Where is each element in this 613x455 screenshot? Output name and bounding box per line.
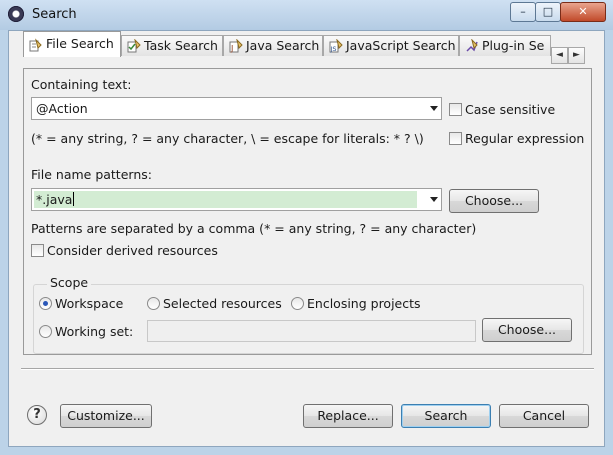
workspace-radio[interactable] (39, 297, 52, 310)
regular-expression-label[interactable]: Regular expression (465, 131, 584, 146)
file-search-icon (29, 38, 42, 52)
eclipse-app-icon (8, 6, 24, 22)
selected-resources-label[interactable]: Selected resources (163, 296, 282, 311)
plugin-search-icon (466, 39, 478, 52)
window-title: Search (32, 7, 77, 22)
tab-label: JavaScript Search (346, 38, 456, 53)
tab-label: File Search (46, 36, 114, 51)
footer-separator (21, 368, 594, 370)
consider-derived-checkbox[interactable] (31, 244, 44, 257)
chevron-down-icon[interactable] (430, 197, 438, 202)
tab-scroll-left-button[interactable]: ◄ (551, 47, 568, 64)
containing-text-value: @Action (36, 101, 88, 116)
working-set-field (147, 320, 476, 342)
tab-label: Plug-in Se (482, 38, 545, 53)
svg-text:J: J (230, 44, 233, 53)
tab-plugin-search[interactable]: Plug-in Se (459, 35, 551, 56)
tab-javascript-search[interactable]: JS JavaScript Search (323, 35, 459, 56)
dialog-client-area: File Search Task Search J Java Search JS (8, 30, 605, 447)
case-sensitive-label[interactable]: Case sensitive (465, 102, 555, 117)
consider-derived-label[interactable]: Consider derived resources (47, 243, 218, 258)
replace-button[interactable]: Replace... (303, 404, 393, 428)
tab-label: Task Search (144, 38, 218, 53)
file-name-patterns-label: File name patterns: (31, 167, 152, 182)
selected-resources-radio[interactable] (147, 297, 160, 310)
working-set-choose-button[interactable]: Choose... (482, 318, 572, 342)
scope-label: Scope (47, 275, 92, 290)
title-bar[interactable]: Search – □ ✕ (0, 0, 613, 30)
java-search-icon: J (229, 39, 243, 53)
minimize-button[interactable]: – (510, 2, 536, 22)
cancel-button[interactable]: Cancel (499, 404, 589, 428)
case-sensitive-checkbox[interactable] (449, 103, 462, 116)
file-name-patterns-combo[interactable]: *.java (31, 188, 442, 211)
file-patterns-choose-button[interactable]: Choose... (449, 189, 539, 213)
tab-file-search[interactable]: File Search (23, 31, 121, 57)
file-patterns-hint: Patterns are separated by a comma (* = a… (31, 221, 477, 236)
tab-label: Java Search (246, 38, 320, 53)
close-button[interactable]: ✕ (560, 2, 606, 22)
workspace-label[interactable]: Workspace (55, 296, 123, 311)
text-cursor (73, 192, 75, 206)
containing-text-label: Containing text: (31, 77, 132, 92)
customize-button[interactable]: Customize... (60, 404, 152, 428)
tab-task-search[interactable]: Task Search (121, 35, 223, 56)
file-pattern-text: *.java (36, 192, 75, 207)
maximize-button[interactable]: □ (535, 2, 561, 22)
tab-java-search[interactable]: J Java Search (223, 35, 323, 56)
task-search-icon (127, 39, 141, 53)
regular-expression-checkbox[interactable] (449, 132, 462, 145)
search-dialog: Search – □ ✕ File Search Task Search J J… (0, 0, 613, 455)
working-set-radio[interactable] (39, 325, 52, 338)
containing-text-combo[interactable]: @Action (31, 97, 442, 120)
chevron-down-icon[interactable] (430, 106, 438, 111)
svg-text:JS: JS (330, 45, 337, 53)
help-icon[interactable]: ? (27, 405, 47, 425)
working-set-label[interactable]: Working set: (55, 324, 133, 339)
search-button[interactable]: Search (401, 404, 491, 428)
javascript-search-icon: JS (329, 39, 343, 53)
text-selection-highlight (34, 191, 417, 208)
enclosing-projects-label[interactable]: Enclosing projects (307, 296, 421, 311)
file-name-patterns-value: *.java (36, 192, 73, 207)
enclosing-projects-radio[interactable] (291, 297, 304, 310)
containing-text-hint: (* = any string, ? = any character, \ = … (31, 131, 424, 146)
tab-scroll-right-button[interactable]: ► (568, 47, 585, 64)
